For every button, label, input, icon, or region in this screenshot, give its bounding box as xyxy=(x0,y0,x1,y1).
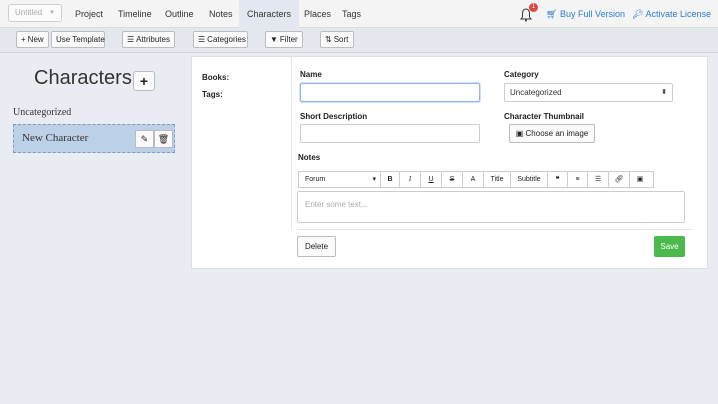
sort-button[interactable]: ⇅ Sort xyxy=(320,31,354,48)
activate-license-link[interactable]: 🔑︎ Activate License xyxy=(632,0,711,28)
sort-icon: ⇅ xyxy=(325,35,332,44)
editor-toolbar: Forum ▾ B I U S A Title Subtitle ❝ ≡ ☰ 🔗… xyxy=(298,171,654,188)
use-template-button[interactable]: Use Template xyxy=(51,31,105,48)
notes-placeholder: Enter some text... xyxy=(305,200,368,209)
chevron-down-icon: ▼ xyxy=(49,10,55,16)
character-list-item[interactable]: New Character ✎ 🗑︎ xyxy=(13,124,175,153)
image-icon: ▣ xyxy=(515,129,524,138)
use-template-label: Use Template xyxy=(56,35,105,44)
title-button[interactable]: Title xyxy=(484,172,511,187)
nav-characters[interactable]: Characters xyxy=(239,0,300,28)
quote-icon[interactable]: ❝ xyxy=(548,172,568,187)
nav-outline[interactable]: Outline xyxy=(165,0,194,28)
top-nav: Untitled ▼ Project Timeline Outline Note… xyxy=(0,0,718,28)
categories-button[interactable]: ☰ Categories xyxy=(193,31,248,48)
nav-timeline[interactable]: Timeline xyxy=(118,0,152,28)
nav-project[interactable]: Project xyxy=(75,0,103,28)
buy-full-version-label: Buy Full Version xyxy=(559,9,625,19)
trash-icon[interactable]: 🗑︎ xyxy=(154,130,173,148)
new-button[interactable]: + New xyxy=(16,31,49,48)
font-select-value: Forum xyxy=(305,176,326,183)
attributes-button[interactable]: ☰ Attributes xyxy=(122,31,175,48)
category-heading: Uncategorized xyxy=(13,107,72,118)
name-label: Name xyxy=(300,70,322,79)
page-title: Characters xyxy=(34,67,132,89)
cart-icon: 🛒︎ xyxy=(546,9,558,19)
underline-icon[interactable]: U xyxy=(421,172,442,187)
books-label: Books: xyxy=(202,73,230,82)
project-select-value: Untitled xyxy=(15,8,43,17)
category-select[interactable]: Uncategorized ⬍ xyxy=(504,83,673,102)
list-icon: ☰ xyxy=(198,35,206,44)
font-select[interactable]: Forum ▾ xyxy=(299,172,381,187)
link-icon[interactable]: 🔗︎ xyxy=(609,172,630,187)
text-color-icon[interactable]: A xyxy=(463,172,484,187)
choose-image-label: Choose an image xyxy=(525,129,589,138)
notes-editor[interactable]: Enter some text... xyxy=(297,191,685,223)
toolbar: + New Use Template ☰ Attributes ☰ Categorie… xyxy=(0,28,718,53)
project-select[interactable]: Untitled ▼ xyxy=(8,4,62,22)
thumbnail-label: Character Thumbnail xyxy=(504,112,585,121)
category-label: Category xyxy=(504,70,539,79)
new-label: New xyxy=(27,35,44,44)
filter-button[interactable]: ▼ Filter xyxy=(265,31,303,48)
notification-badge: 1 xyxy=(529,3,538,12)
name-input[interactable] xyxy=(300,83,480,102)
buy-full-version-link[interactable]: 🛒︎ Buy Full Version xyxy=(546,0,625,28)
chevron-updown-icon: ⬍ xyxy=(661,89,667,96)
short-description-label: Short Description xyxy=(300,112,368,121)
character-name: New Character xyxy=(22,132,89,144)
nav-places[interactable]: Places xyxy=(304,0,331,28)
filter-icon: ▼ xyxy=(270,35,278,44)
filter-label: Filter xyxy=(279,35,298,44)
add-character-button[interactable]: + xyxy=(133,71,155,91)
categories-label: Categories xyxy=(207,35,246,44)
divider xyxy=(297,229,693,230)
save-button[interactable]: Save xyxy=(654,236,685,257)
bold-icon[interactable]: B xyxy=(381,172,400,187)
short-description-input[interactable] xyxy=(300,124,480,143)
nav-notes[interactable]: Notes xyxy=(209,0,233,28)
numbered-list-icon[interactable]: ≡ xyxy=(568,172,588,187)
choose-image-button[interactable]: ▣ Choose an image xyxy=(509,124,595,143)
bulleted-list-icon[interactable]: ☰ xyxy=(588,172,609,187)
caret-down-icon: ▾ xyxy=(372,176,376,183)
plus-icon: + xyxy=(21,35,26,44)
subtitle-button[interactable]: Subtitle xyxy=(511,172,548,187)
edit-icon[interactable]: ✎ xyxy=(135,130,154,148)
list-icon: ☰ xyxy=(127,35,135,44)
attributes-label: Attributes xyxy=(136,35,170,44)
sort-label: Sort xyxy=(333,35,349,44)
tags-label: Tags: xyxy=(202,90,223,99)
category-select-value: Uncategorized xyxy=(510,88,562,97)
delete-button[interactable]: Delete xyxy=(297,236,336,257)
nav-tags[interactable]: Tags xyxy=(342,0,361,28)
divider xyxy=(291,56,292,229)
activate-license-label: Activate License xyxy=(645,9,711,19)
italic-icon[interactable]: I xyxy=(400,172,421,187)
strikethrough-icon[interactable]: S xyxy=(442,172,463,187)
image-icon[interactable]: ▣ xyxy=(630,172,650,187)
notes-label: Notes xyxy=(298,153,321,162)
key-icon: 🔑︎ xyxy=(632,9,644,19)
